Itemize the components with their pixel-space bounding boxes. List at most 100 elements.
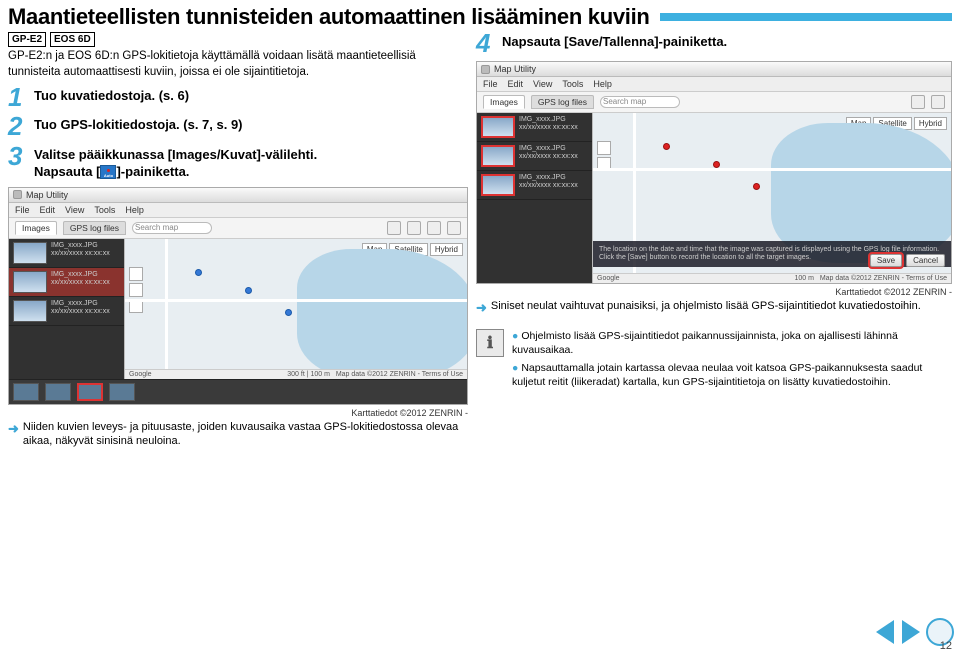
toolbar-btn-3[interactable] [427,221,441,235]
img-date: xx/xx/xxxx xx:xx:xx [519,153,578,160]
thumb [13,271,47,293]
maptab-hybrid[interactable]: Hybrid [430,243,463,256]
step-3: 3 Valitse pääikkunassa [Images/Kuvat]-vä… [8,145,468,181]
note-left: ➜ Niiden kuvien leveys- ja pituusaste, j… [8,420,468,450]
list-item[interactable]: IMG_xxxx.JPGxx/xx/xxxx xx:xx:xx [9,268,124,297]
toolbar-btn-4[interactable] [447,221,461,235]
img-date: xx/xx/xxxx xx:xx:xx [519,182,578,189]
mini-thumb[interactable] [45,383,71,401]
map-pin-red[interactable] [713,161,720,168]
map-scale-m: 100 m [795,275,814,282]
map-pin-red[interactable] [663,143,670,150]
map-scale-m: 100 m [311,371,330,378]
page-nav [876,620,920,644]
map-attribution-right: Karttatiedot ©2012 ZENRIN - [476,287,952,297]
save-button[interactable]: Save [870,254,902,267]
app-titlebar: Map Utility [9,188,467,203]
menu-file[interactable]: File [15,205,30,215]
note-right: ➜ Siniset neulat vaihtuvat punaisiksi, j… [476,299,952,317]
thumb [481,174,515,196]
app-title: Map Utility [26,190,68,200]
maptab-hybrid[interactable]: Hybrid [914,117,947,130]
intro-text: GP-E2:n ja EOS 6D:n GPS-lokitietoja käyt… [0,49,460,86]
menu-view[interactable]: View [65,205,84,215]
list-item[interactable]: IMG_xxxx.JPGxx/xx/xxxx xx:xx:xx [477,171,592,200]
image-list: IMG_xxxx.JPGxx/xx/xxxx xx:xx:xx IMG_xxxx… [9,239,124,379]
map-scale-ft: 300 ft [287,371,305,378]
step-2-text: Tuo GPS-lokitiedostoja. (s. 7, s. 9) [34,115,243,138]
toolbar-btn-2[interactable] [931,95,945,109]
list-item[interactable]: IMG_xxxx.JPGxx/xx/xxxx xx:xx:xx [477,142,592,171]
step-1: 1 Tuo kuvatiedostoja. (s. 6) [8,86,468,109]
map-pin-blue[interactable] [245,287,252,294]
tab-gps-log[interactable]: GPS log files [63,221,126,235]
page-number: 12 [940,640,952,652]
thumbnail-strip [9,379,467,404]
app-toolbar: Images GPS log files Search map [9,218,467,239]
map-attrib: Map data ©2012 ZENRIN - Terms of Use [820,275,947,282]
map-view[interactable]: Map Satellite Hybrid The location on the… [592,113,951,283]
thumb [481,145,515,167]
map-view[interactable]: Map Satellite Hybrid Google 300 ft | 100… [124,239,467,379]
mini-thumb[interactable] [13,383,39,401]
img-name: IMG_xxxx.JPG [51,242,98,249]
step-1-text: Tuo kuvatiedostoja. (s. 6) [34,86,189,109]
list-item[interactable]: IMG_xxxx.JPGxx/xx/xxxx xx:xx:xx [9,297,124,326]
badge-gpe2: GP-E2 [8,32,46,47]
info-line-1: Ohjelmisto lisää GPS-sijaintitiedot paik… [512,330,898,356]
app-window-right: Map Utility File Edit View Tools Help Im… [476,61,952,284]
next-page-button[interactable] [902,620,920,644]
tab-images[interactable]: Images [483,95,525,109]
thumb [13,300,47,322]
app-menubar[interactable]: File Edit View Tools Help [9,203,467,218]
menu-help[interactable]: Help [593,79,612,89]
search-input[interactable]: Search map [132,222,212,234]
mini-thumb-highlight[interactable] [77,383,103,401]
app-titlebar: Map Utility [477,62,951,77]
tab-gps-log[interactable]: GPS log files [531,95,594,109]
img-date: xx/xx/xxxx xx:xx:xx [51,250,110,257]
map-logo: Google [129,371,152,378]
map-attribution-left: Karttatiedot ©2012 ZENRIN - [8,408,468,418]
app-title: Map Utility [494,64,536,74]
menu-file[interactable]: File [483,79,498,89]
prev-page-button[interactable] [876,620,894,644]
step-1-number: 1 [8,86,28,109]
info-line-2: Napsauttamalla jotain kartassa olevaa ne… [512,362,922,388]
list-item[interactable]: IMG_xxxx.JPGxx/xx/xxxx xx:xx:xx [9,239,124,268]
info-box: ℹ ●Ohjelmisto lisää GPS-sijaintitiedot p… [476,329,952,390]
step-2: 2 Tuo GPS-lokitiedostoja. (s. 7, s. 9) [8,115,468,138]
mini-thumb[interactable] [109,383,135,401]
menu-edit[interactable]: Edit [508,79,524,89]
thumb [481,116,515,138]
step-3-line2a: Napsauta [ [34,164,100,179]
toolbar-btn-1[interactable] [911,95,925,109]
menu-edit[interactable]: Edit [40,205,56,215]
img-name: IMG_xxxx.JPG [51,271,98,278]
toolbar-btn-2[interactable] [407,221,421,235]
tab-images[interactable]: Images [15,221,57,235]
menu-tools[interactable]: Tools [562,79,583,89]
step-2-number: 2 [8,115,28,138]
map-zoom-controls[interactable] [129,267,145,315]
arrow-icon: ➜ [476,299,487,317]
map-pin-red[interactable] [753,183,760,190]
map-pin-blue[interactable] [195,269,202,276]
title-accent [660,13,952,21]
img-name: IMG_xxxx.JPG [51,300,98,307]
img-name: IMG_xxxx.JPG [519,116,566,123]
menu-view[interactable]: View [533,79,552,89]
step-4-number: 4 [476,32,496,55]
toolbar-btn-1[interactable] [387,221,401,235]
list-item[interactable]: IMG_xxxx.JPGxx/xx/xxxx xx:xx:xx [477,113,592,142]
app-menubar[interactable]: File Edit View Tools Help [477,77,951,92]
thumb [13,242,47,264]
badge-eos6d: EOS 6D [50,32,95,47]
step-4: 4 Napsauta [Save/Tallenna]-painiketta. [476,32,952,55]
step-3-line1: Valitse pääikkunassa [Images/Kuvat]-väli… [34,147,317,162]
map-pin-blue[interactable] [285,309,292,316]
cancel-button[interactable]: Cancel [906,254,945,267]
menu-help[interactable]: Help [125,205,144,215]
search-input[interactable]: Search map [600,96,680,108]
menu-tools[interactable]: Tools [94,205,115,215]
